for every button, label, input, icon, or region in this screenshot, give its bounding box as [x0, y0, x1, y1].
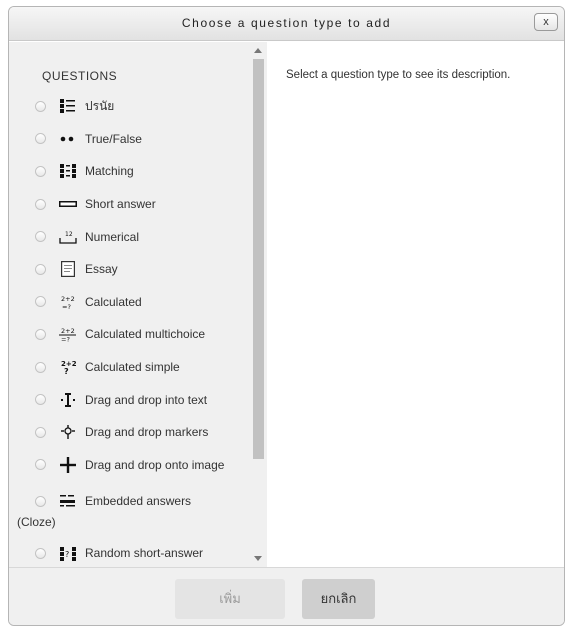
radio-button[interactable] — [35, 263, 46, 275]
radio-button[interactable] — [35, 198, 46, 210]
ddimageortext-icon — [57, 456, 79, 473]
radio-button[interactable] — [35, 165, 46, 177]
radio-button[interactable] — [35, 496, 46, 508]
multianswer-icon — [57, 494, 79, 510]
list-item[interactable]: Drag and drop markers — [9, 416, 250, 449]
list-item[interactable]: 2+2 =? Calculated multichoice — [9, 318, 250, 351]
list-item[interactable]: ? Random short-answer matching — [9, 539, 250, 567]
svg-text:?: ? — [64, 367, 69, 375]
svg-text:=?: =? — [61, 336, 70, 343]
svg-text:2+2: 2+2 — [61, 327, 75, 335]
list-item-label: Calculated simple — [85, 360, 180, 375]
scroll-up-icon[interactable] — [254, 48, 262, 53]
ddwtos-icon — [57, 392, 79, 408]
calculated-icon: 2+2 =? — [57, 294, 79, 310]
svg-text:12: 12 — [65, 231, 73, 238]
description-text: Select a question type to see its descri… — [286, 69, 511, 81]
add-button[interactable]: เพิ่ม — [175, 579, 285, 619]
questions-heading: QUESTIONS — [42, 69, 118, 83]
radio-button[interactable] — [35, 394, 46, 406]
list-item[interactable]: 2+2? Calculated simple — [9, 351, 250, 384]
scroll-down-icon[interactable] — [254, 556, 262, 561]
cancel-button[interactable]: ยกเลิก — [302, 579, 375, 619]
svg-text:2+2: 2+2 — [61, 295, 75, 303]
radio-button[interactable] — [35, 296, 46, 308]
list-item[interactable]: Embedded answers (Cloze) — [9, 481, 250, 539]
list-item[interactable]: ปรนัย — [9, 90, 250, 123]
list-item[interactable]: True/False — [9, 123, 250, 156]
calculated-simple-icon: 2+2? — [57, 359, 79, 375]
question-type-list: ปรนัย True/False Matching Short answer 1… — [9, 90, 250, 567]
list-item[interactable]: Short answer — [9, 188, 250, 221]
list-item[interactable]: Drag and drop into text — [9, 383, 250, 416]
matching-icon — [57, 163, 79, 179]
question-chooser-dialog: Choose a question type to add x QUESTION… — [8, 6, 565, 626]
list-item-label: Drag and drop markers — [85, 425, 209, 440]
list-item-label: ปรนัย — [85, 98, 115, 113]
svg-text:?: ? — [65, 550, 69, 559]
calculated-multichoice-icon: 2+2 =? — [57, 326, 79, 342]
list-item-label: Calculated — [85, 294, 142, 309]
list-item[interactable]: Drag and drop onto image — [9, 449, 250, 482]
radio-button[interactable] — [35, 361, 46, 373]
list-item-label: Random short-answer — [85, 546, 204, 561]
list-item-label: Embedded answers — [85, 494, 192, 509]
list-item-label: Drag and drop onto image — [85, 457, 225, 472]
description-pane: Select a question type to see its descri… — [267, 42, 564, 567]
multichoice-icon — [57, 98, 79, 114]
list-item[interactable]: 2+2 =? Calculated — [9, 286, 250, 319]
list-item-label: Matching — [85, 164, 134, 179]
list-item-label: Essay — [85, 262, 118, 277]
list-item[interactable]: Matching — [9, 155, 250, 188]
radio-button[interactable] — [35, 426, 46, 438]
radio-button[interactable] — [35, 133, 46, 145]
list-item[interactable]: Essay — [9, 253, 250, 286]
list-item[interactable]: 12 Numerical — [9, 220, 250, 253]
list-item-label-continued: (Cloze) — [17, 515, 56, 530]
radio-button[interactable] — [35, 459, 46, 471]
randomsamatch-icon: ? — [57, 546, 79, 562]
radio-button[interactable] — [35, 231, 46, 243]
list-item-label: Short answer — [85, 197, 156, 212]
svg-text:=?: =? — [62, 303, 71, 310]
radio-button[interactable] — [35, 548, 46, 560]
dialog-title: Choose a question type to add — [181, 16, 392, 30]
question-type-list-pane: QUESTIONS ปรนัย True/False Matching Shor… — [9, 42, 267, 567]
dialog-footer: เพิ่ม ยกเลิก — [9, 567, 564, 625]
truefalse-icon — [57, 131, 79, 147]
close-button[interactable]: x — [534, 13, 558, 31]
list-item-label: Calculated multichoice — [85, 327, 206, 342]
list-scrollbar[interactable] — [250, 42, 267, 567]
numerical-icon: 12 — [57, 229, 79, 245]
essay-icon — [57, 261, 79, 278]
list-item-label: Drag and drop into text — [85, 392, 208, 407]
dialog-header: Choose a question type to add x — [9, 7, 564, 41]
scrollbar-thumb[interactable] — [253, 59, 264, 459]
list-item-label: Numerical — [85, 229, 140, 244]
list-item-label: True/False — [85, 131, 142, 146]
radio-button[interactable] — [35, 328, 46, 340]
radio-button[interactable] — [35, 100, 46, 112]
shortanswer-icon — [57, 196, 79, 212]
ddmarker-icon — [57, 424, 79, 440]
